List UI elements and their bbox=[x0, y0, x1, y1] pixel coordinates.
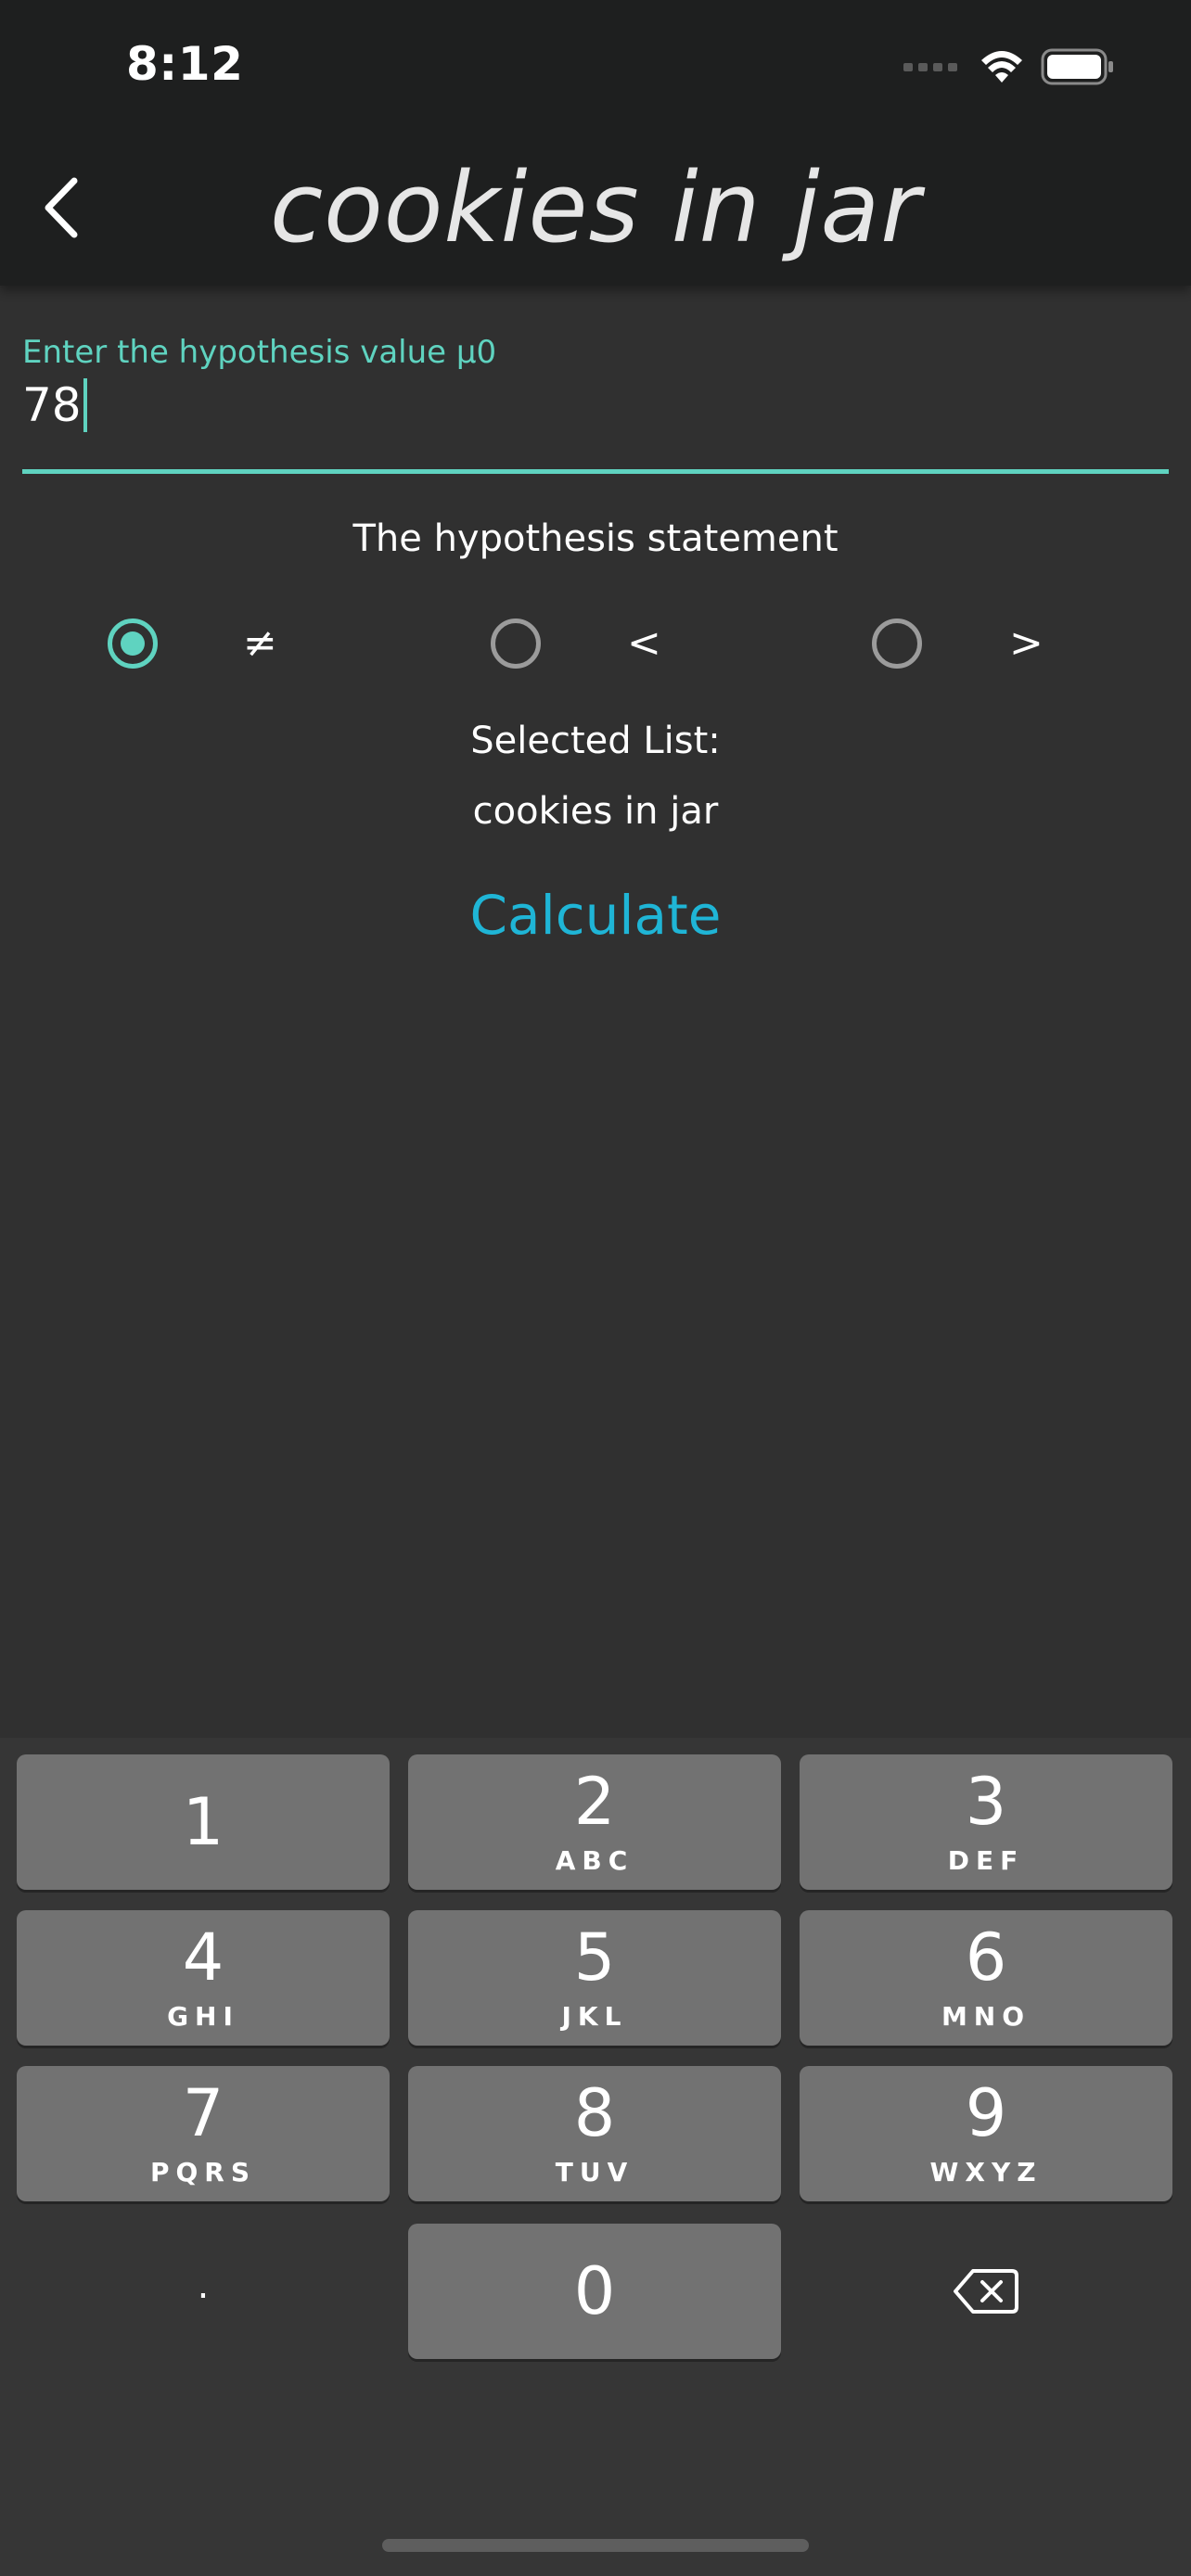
key-digit: 9 bbox=[965, 2075, 1007, 2151]
key-letters: WXYZ bbox=[929, 2157, 1043, 2187]
text-cursor bbox=[83, 378, 87, 432]
key-decimal-point[interactable]: . bbox=[17, 2224, 390, 2359]
hypothesis-radio-group: ≠ < > bbox=[0, 608, 1191, 679]
status-icons bbox=[903, 41, 1115, 93]
key-letters: PQRS bbox=[149, 2157, 257, 2187]
radio-greater-than[interactable] bbox=[872, 618, 922, 669]
key-digit: 1 bbox=[182, 1784, 224, 1860]
radio-less-than-label: < bbox=[627, 619, 661, 667]
key-6[interactable]: 6 MNO bbox=[800, 1910, 1172, 2046]
hypothesis-value-input[interactable]: 78 bbox=[22, 378, 87, 432]
home-indicator[interactable] bbox=[382, 2539, 809, 2552]
key-letters: MNO bbox=[941, 2001, 1031, 2032]
hypothesis-value-label: Enter the hypothesis value µ0 bbox=[22, 334, 497, 371]
key-digit: 3 bbox=[965, 1764, 1007, 1840]
radio-less-than[interactable] bbox=[491, 618, 541, 669]
selected-list-label: Selected List: bbox=[470, 720, 721, 762]
radio-greater-than-label: > bbox=[1009, 619, 1044, 667]
key-decimal-label: . bbox=[197, 2264, 210, 2307]
radio-not-equal-label: ≠ bbox=[243, 619, 277, 667]
key-digit: 0 bbox=[573, 2253, 616, 2329]
key-2[interactable]: 2 ABC bbox=[408, 1754, 781, 1890]
key-digit: 2 bbox=[573, 1764, 616, 1840]
backspace-key[interactable] bbox=[800, 2224, 1172, 2359]
key-letters: ABC bbox=[555, 1845, 634, 1876]
key-8[interactable]: 8 TUV bbox=[408, 2066, 781, 2201]
key-letters: GHI bbox=[167, 2001, 239, 2032]
key-9[interactable]: 9 WXYZ bbox=[800, 2066, 1172, 2201]
key-0[interactable]: 0 bbox=[408, 2224, 781, 2359]
page-title: cookies in jar bbox=[269, 151, 922, 264]
key-1[interactable]: 1 bbox=[17, 1754, 390, 1890]
calculate-button[interactable]: Calculate bbox=[410, 877, 781, 953]
key-letters: JKL bbox=[561, 2001, 628, 2032]
key-3[interactable]: 3 DEF bbox=[800, 1754, 1172, 1890]
key-digit: 5 bbox=[573, 1919, 616, 1996]
cellular-signal-icon bbox=[903, 62, 957, 71]
statement-title: The hypothesis statement bbox=[352, 517, 839, 560]
status-time: 8:12 bbox=[126, 37, 244, 91]
app-bar: 8:12 cookies in jar bbox=[0, 0, 1191, 286]
battery-icon bbox=[1041, 48, 1115, 85]
selected-list-value: cookies in jar bbox=[472, 790, 719, 833]
backspace-icon bbox=[954, 2269, 1018, 2314]
key-4[interactable]: 4 GHI bbox=[17, 1910, 390, 2046]
hypothesis-value-text: 78 bbox=[22, 378, 82, 432]
key-digit: 7 bbox=[182, 2075, 224, 2151]
key-digit: 8 bbox=[573, 2075, 616, 2151]
hypothesis-value-field[interactable]: Enter the hypothesis value µ0 78 bbox=[22, 334, 1169, 475]
key-7[interactable]: 7 PQRS bbox=[17, 2066, 390, 2201]
key-digit: 6 bbox=[965, 1919, 1007, 1996]
wifi-icon bbox=[980, 49, 1024, 84]
field-underline bbox=[22, 469, 1169, 474]
key-letters: DEF bbox=[947, 1845, 1025, 1876]
radio-not-equal[interactable] bbox=[108, 618, 158, 669]
key-letters: TUV bbox=[555, 2157, 634, 2187]
key-5[interactable]: 5 JKL bbox=[408, 1910, 781, 2046]
key-digit: 4 bbox=[182, 1919, 224, 1996]
